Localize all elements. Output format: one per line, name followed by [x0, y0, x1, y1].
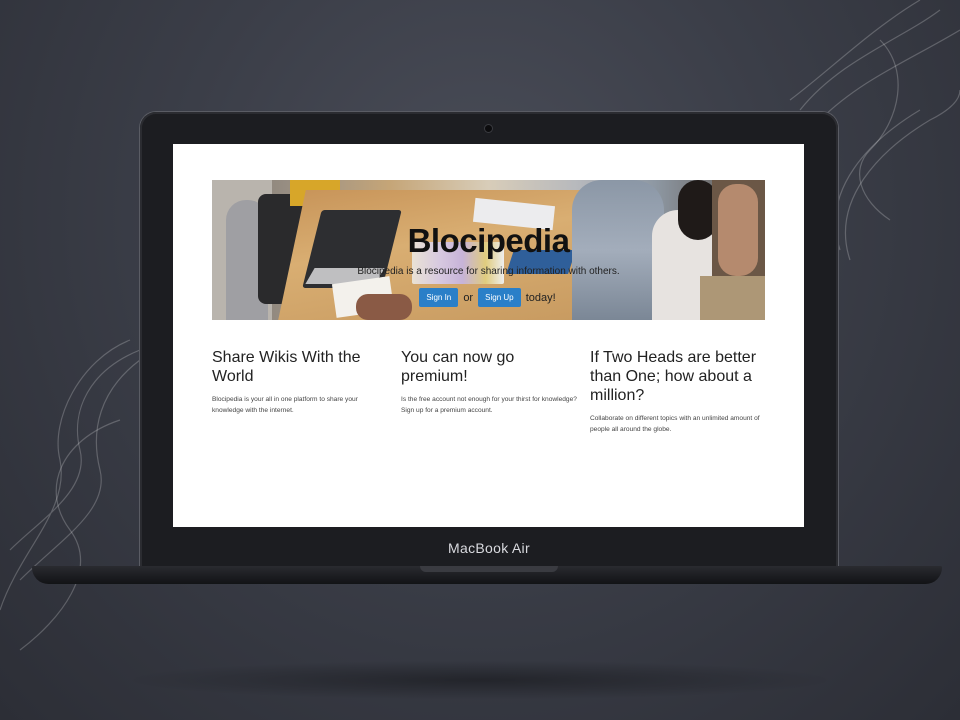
- cta-today-text: today!: [525, 291, 556, 304]
- feature-body: Blocipedia is your all in one platform t…: [212, 396, 358, 414]
- sign-up-button[interactable]: Sign Up: [478, 288, 521, 307]
- hero-title: Blocipedia: [407, 222, 570, 259]
- screen: Blocipedia Blocipedia is a resource for …: [173, 144, 804, 527]
- laptop-base-notch: [420, 566, 558, 572]
- feature-column-collaborate: If Two Heads are better than One; how ab…: [590, 348, 760, 435]
- laptop-shadow: [120, 660, 840, 700]
- feature-column-share: Share Wikis With the World Blocipedia is…: [212, 348, 382, 416]
- feature-body: Is the free account not enough for your …: [401, 396, 577, 414]
- sign-in-button[interactable]: Sign In: [419, 288, 459, 307]
- feature-column-premium: You can now go premium! Is the free acco…: [401, 348, 581, 416]
- feature-heading: You can now go premium!: [401, 349, 515, 385]
- cta-or-text: or: [463, 291, 474, 304]
- hero-subtitle: Blocipedia is a resource for sharing inf…: [357, 266, 620, 277]
- hero-banner: Blocipedia Blocipedia is a resource for …: [212, 180, 765, 320]
- feature-body: Collaborate on different topics with an …: [590, 415, 760, 433]
- device-label: MacBook Air: [448, 540, 530, 556]
- hero-cta: Sign In or Sign Up today!: [212, 288, 765, 307]
- feature-heading: Share Wikis With the World: [212, 349, 361, 385]
- camera-icon: [485, 125, 492, 132]
- smoke-wisp-left: [0, 339, 141, 651]
- feature-heading: If Two Heads are better than One; how ab…: [590, 349, 757, 404]
